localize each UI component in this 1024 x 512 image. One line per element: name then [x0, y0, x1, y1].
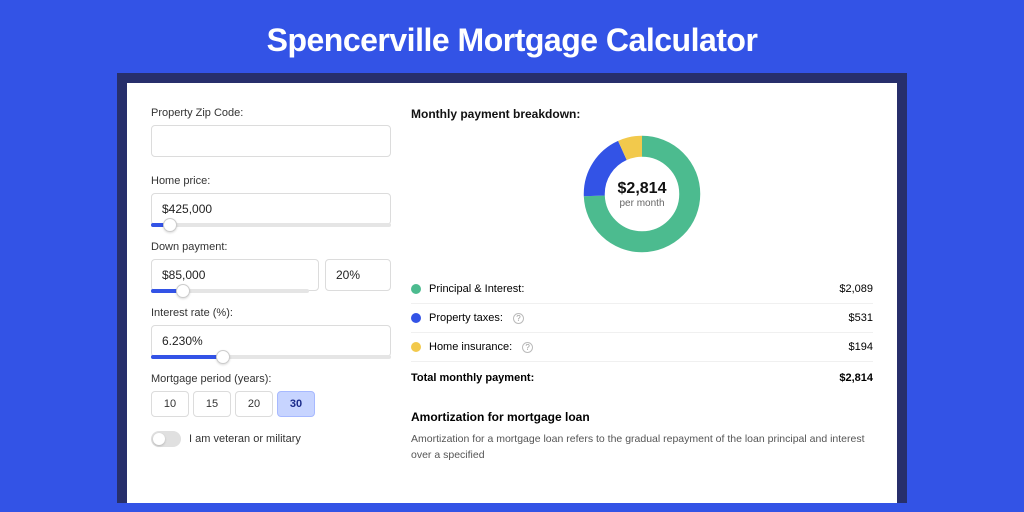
- amortization-section: Amortization for mortgage loan Amortizat…: [411, 410, 873, 464]
- total-value: $2,814: [839, 372, 873, 384]
- donut-center: $2,814 per month: [579, 131, 705, 257]
- interest-rate-field: Interest rate (%):: [151, 307, 391, 359]
- period-btn-10[interactable]: 10: [151, 391, 189, 417]
- veteran-label: I am veteran or military: [189, 433, 301, 445]
- zip-label: Property Zip Code:: [151, 107, 391, 119]
- down-payment-pct-input[interactable]: [325, 259, 391, 291]
- veteran-toggle[interactable]: [151, 431, 181, 447]
- veteran-row: I am veteran or military: [151, 431, 391, 447]
- down-payment-slider-thumb[interactable]: [176, 284, 190, 298]
- swatch-icon: [411, 313, 421, 323]
- page-title: Spencerville Mortgage Calculator: [0, 0, 1024, 73]
- legend-value: $194: [849, 341, 873, 353]
- info-icon[interactable]: ?: [522, 342, 533, 353]
- period-btn-30[interactable]: 30: [277, 391, 315, 417]
- total-row: Total monthly payment: $2,814: [411, 362, 873, 392]
- amortization-body: Amortization for a mortgage loan refers …: [411, 432, 873, 464]
- donut-value: $2,814: [618, 180, 667, 198]
- period-label: Mortgage period (years):: [151, 373, 391, 385]
- period-field: Mortgage period (years): 10152030: [151, 373, 391, 417]
- period-btn-20[interactable]: 20: [235, 391, 273, 417]
- zip-field: Property Zip Code:: [151, 107, 391, 157]
- interest-rate-slider-thumb[interactable]: [216, 350, 230, 364]
- toggle-knob: [153, 433, 165, 445]
- calculator-card: Property Zip Code: Home price: Down paym…: [127, 83, 897, 503]
- home-price-field: Home price:: [151, 175, 391, 227]
- down-payment-label: Down payment:: [151, 241, 391, 253]
- period-btn-15[interactable]: 15: [193, 391, 231, 417]
- interest-rate-label: Interest rate (%):: [151, 307, 391, 319]
- donut-chart: $2,814 per month: [579, 131, 705, 257]
- swatch-icon: [411, 284, 421, 294]
- home-price-label: Home price:: [151, 175, 391, 187]
- inputs-column: Property Zip Code: Home price: Down paym…: [151, 107, 391, 464]
- card-shadow: Property Zip Code: Home price: Down paym…: [117, 73, 907, 503]
- info-icon[interactable]: ?: [513, 313, 524, 324]
- zip-input[interactable]: [151, 125, 391, 157]
- legend-label: Principal & Interest:: [429, 283, 524, 295]
- swatch-icon: [411, 342, 421, 352]
- down-payment-field: Down payment:: [151, 241, 391, 293]
- legend-row: Home insurance:? $194: [411, 333, 873, 362]
- legend-value: $531: [849, 312, 873, 324]
- legend-label: Property taxes:: [429, 312, 503, 324]
- down-payment-slider[interactable]: [151, 289, 309, 293]
- breakdown-column: Monthly payment breakdown: $2,814 per mo…: [411, 107, 873, 464]
- interest-rate-slider-fill: [151, 355, 223, 359]
- amortization-title: Amortization for mortgage loan: [411, 410, 873, 424]
- donut-sub: per month: [619, 198, 664, 209]
- legend-value: $2,089: [839, 283, 873, 295]
- legend-row: Principal & Interest: $2,089: [411, 275, 873, 304]
- interest-rate-slider[interactable]: [151, 355, 391, 359]
- total-label: Total monthly payment:: [411, 372, 534, 384]
- home-price-slider-thumb[interactable]: [163, 218, 177, 232]
- legend-label: Home insurance:: [429, 341, 512, 353]
- donut-wrap: $2,814 per month: [411, 127, 873, 275]
- interest-rate-input[interactable]: [151, 325, 391, 357]
- period-buttons: 10152030: [151, 391, 391, 417]
- home-price-slider[interactable]: [151, 223, 391, 227]
- home-price-input[interactable]: [151, 193, 391, 225]
- breakdown-title: Monthly payment breakdown:: [411, 107, 873, 121]
- legend: Principal & Interest: $2,089 Property taxe…: [411, 275, 873, 362]
- legend-row: Property taxes:? $531: [411, 304, 873, 333]
